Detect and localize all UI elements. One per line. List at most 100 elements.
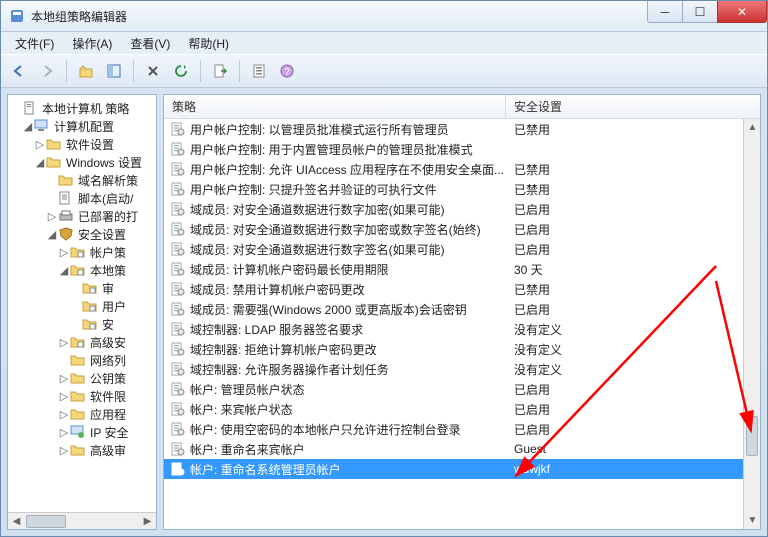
menu-view[interactable]: 查看(V) xyxy=(122,33,178,54)
policy-name: 域成员: 对安全通道数据进行数字加密(如果可能) xyxy=(190,201,445,218)
policy-row[interactable]: 域控制器: 拒绝计算机帐户密码更改没有定义 xyxy=(164,339,743,359)
policy-icon xyxy=(170,262,186,276)
tree-twisty-icon[interactable]: ▷ xyxy=(46,210,58,223)
minimize-button[interactable]: ─ xyxy=(647,1,683,23)
policy-setting: 已禁用 xyxy=(506,181,743,198)
tree-item-label: 用户 xyxy=(100,298,128,315)
show-pane-button[interactable] xyxy=(102,59,126,83)
folder-s-icon xyxy=(82,299,98,313)
policy-row[interactable]: 帐户: 来宾帐户状态已启用 xyxy=(164,399,743,419)
tree-item[interactable]: ▷软件设置 xyxy=(8,135,156,153)
policy-row[interactable]: 域控制器: LDAP 服务器签名要求没有定义 xyxy=(164,319,743,339)
policy-row[interactable]: 用户帐户控制: 只提升签名并验证的可执行文件已禁用 xyxy=(164,179,743,199)
policy-setting: 已启用 xyxy=(506,201,743,218)
tree-twisty-icon[interactable]: ◢ xyxy=(34,156,46,169)
properties-button[interactable] xyxy=(247,59,271,83)
policy-icon xyxy=(170,462,186,476)
tree-item[interactable]: ◢本地策 xyxy=(8,261,156,279)
scroll-down-icon[interactable]: ▼ xyxy=(744,512,761,529)
vscroll-thumb[interactable] xyxy=(746,416,758,456)
tree-item[interactable]: 安 xyxy=(8,315,156,333)
tree-item[interactable]: ◢计算机配置 xyxy=(8,117,156,135)
tree-item-label: 审 xyxy=(100,280,116,297)
export-button[interactable] xyxy=(208,59,232,83)
tree-twisty-icon[interactable]: ▷ xyxy=(58,246,70,259)
column-policy[interactable]: 策略 xyxy=(164,95,506,118)
window-controls: ─ ☐ ✕ xyxy=(648,1,767,23)
policy-setting: 已禁用 xyxy=(506,161,743,178)
tree-item[interactable]: ▷IP 安全 xyxy=(8,423,156,441)
tree-twisty-icon[interactable]: ▷ xyxy=(58,372,70,385)
list-header: 策略 安全设置 xyxy=(164,95,760,119)
policy-row[interactable]: 域成员: 对安全通道数据进行数字加密(如果可能) 已启用 xyxy=(164,199,743,219)
tree-item-label: 帐户策 xyxy=(88,244,128,261)
close-button[interactable]: ✕ xyxy=(717,1,767,23)
policy-row[interactable]: 帐户: 重命名系统管理员帐户wdwjkf xyxy=(164,459,743,479)
menu-help[interactable]: 帮助(H) xyxy=(180,33,237,54)
up-button[interactable] xyxy=(74,59,98,83)
tree-view[interactable]: 本地计算机 策略 ◢计算机配置▷软件设置◢Windows 设置域名解析策脚本(启… xyxy=(8,95,156,512)
policy-name: 帐户: 使用空密码的本地帐户只允许进行控制台登录 xyxy=(190,421,461,438)
policy-icon xyxy=(170,182,186,196)
tree-item[interactable]: ▷高级安 xyxy=(8,333,156,351)
tree-item[interactable]: 域名解析策 xyxy=(8,171,156,189)
tree-twisty-icon[interactable]: ▷ xyxy=(58,336,70,349)
delete-button[interactable] xyxy=(141,59,165,83)
menu-file[interactable]: 文件(F) xyxy=(7,33,62,54)
tree-twisty-icon[interactable]: ◢ xyxy=(46,228,58,241)
tree-item[interactable]: 用户 xyxy=(8,297,156,315)
tree-twisty-icon[interactable]: ▷ xyxy=(58,390,70,403)
policy-name: 用户帐户控制: 以管理员批准模式运行所有管理员 xyxy=(190,121,449,138)
tree-twisty-icon[interactable]: ▷ xyxy=(58,426,70,439)
policy-row[interactable]: 域成员: 对安全通道数据进行数字加密或数字签名(始终)已启用 xyxy=(164,219,743,239)
maximize-button[interactable]: ☐ xyxy=(682,1,718,23)
policy-row[interactable]: 用户帐户控制: 以管理员批准模式运行所有管理员已禁用 xyxy=(164,119,743,139)
svg-text:?: ? xyxy=(284,67,290,78)
policy-row[interactable]: 域成员: 对安全通道数据进行数字签名(如果可能)已启用 xyxy=(164,239,743,259)
tree-root[interactable]: 本地计算机 策略 xyxy=(8,99,156,117)
forward-button[interactable] xyxy=(35,59,59,83)
tree-item[interactable]: 脚本(启动/ xyxy=(8,189,156,207)
tree-item[interactable]: 审 xyxy=(8,279,156,297)
policy-icon xyxy=(170,442,186,456)
tree-twisty-icon[interactable]: ▷ xyxy=(58,408,70,421)
scroll-up-icon[interactable]: ▲ xyxy=(744,119,761,136)
tree-item[interactable]: 网络列 xyxy=(8,351,156,369)
policy-row[interactable]: 域成员: 计算机帐户密码最长使用期限30 天 xyxy=(164,259,743,279)
policy-name: 用户帐户控制: 用于内置管理员帐户的管理员批准模式 xyxy=(190,141,473,158)
policy-row[interactable]: 帐户: 重命名来宾帐户Guest xyxy=(164,439,743,459)
tree-item[interactable]: ▷高级审 xyxy=(8,441,156,459)
policy-row[interactable]: 域成员: 需要强(Windows 2000 或更高版本)会话密钥已启用 xyxy=(164,299,743,319)
tree-item[interactable]: ◢安全设置 xyxy=(8,225,156,243)
scroll-right-icon[interactable]: ▶ xyxy=(139,513,156,530)
refresh-button[interactable] xyxy=(169,59,193,83)
tree-item[interactable]: ▷公钥策 xyxy=(8,369,156,387)
tree-twisty-icon[interactable]: ▷ xyxy=(34,138,46,151)
policy-name: 域成员: 对安全通道数据进行数字签名(如果可能) xyxy=(190,241,445,258)
column-setting[interactable]: 安全设置 xyxy=(506,95,760,118)
policy-name: 帐户: 管理员帐户状态 xyxy=(190,381,305,398)
policy-row[interactable]: 用户帐户控制: 用于内置管理员帐户的管理员批准模式 xyxy=(164,139,743,159)
policy-row[interactable]: 用户帐户控制: 允许 UIAccess 应用程序在不使用安全桌面...已禁用 xyxy=(164,159,743,179)
help-button[interactable]: ? xyxy=(275,59,299,83)
list-vscrollbar[interactable]: ▲ ▼ xyxy=(743,119,760,529)
hscroll-thumb[interactable] xyxy=(26,515,66,528)
policy-row[interactable]: 域控制器: 允许服务器操作者计划任务没有定义 xyxy=(164,359,743,379)
policy-icon xyxy=(170,302,186,316)
tree-item[interactable]: ▷应用程 xyxy=(8,405,156,423)
policy-row[interactable]: 帐户: 管理员帐户状态已启用 xyxy=(164,379,743,399)
tree-item[interactable]: ▷软件限 xyxy=(8,387,156,405)
tree-hscrollbar[interactable]: ◀ ▶ xyxy=(8,512,156,529)
tree-twisty-icon[interactable]: ◢ xyxy=(22,120,34,133)
scroll-left-icon[interactable]: ◀ xyxy=(8,513,25,530)
tree-item[interactable]: ▷ 帐户策 xyxy=(8,243,156,261)
tree-twisty-icon[interactable]: ▷ xyxy=(58,444,70,457)
tree-twisty-icon[interactable]: ◢ xyxy=(58,264,70,277)
policy-row[interactable]: 帐户: 使用空密码的本地帐户只允许进行控制台登录已启用 xyxy=(164,419,743,439)
back-button[interactable] xyxy=(7,59,31,83)
policy-row[interactable]: 域成员: 禁用计算机帐户密码更改已禁用 xyxy=(164,279,743,299)
menu-action[interactable]: 操作(A) xyxy=(64,33,120,54)
policy-list[interactable]: 用户帐户控制: 以管理员批准模式运行所有管理员已禁用用户帐户控制: 用于内置管理… xyxy=(164,119,743,529)
tree-item[interactable]: ▷已部署的打 xyxy=(8,207,156,225)
tree-item[interactable]: ◢Windows 设置 xyxy=(8,153,156,171)
